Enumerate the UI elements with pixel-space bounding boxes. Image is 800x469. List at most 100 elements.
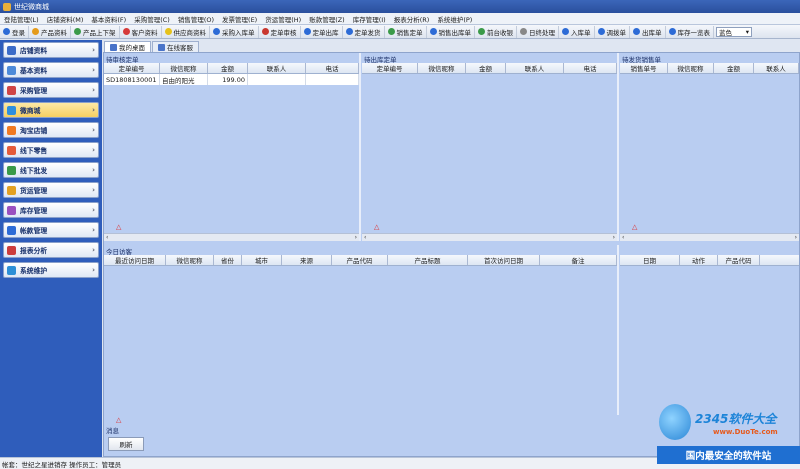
column-header[interactable]: 电话: [306, 63, 359, 73]
toolbar-button[interactable]: 采购入库单: [210, 25, 259, 38]
menu-item[interactable]: 账款管理(Z): [305, 14, 349, 24]
menu-item[interactable]: 店铺资料(M): [43, 14, 88, 24]
customer-icon: [122, 28, 130, 35]
sidebar-item[interactable]: 系统维护 ›: [3, 262, 99, 278]
column-header[interactable]: 微信昵称: [160, 63, 208, 73]
sidebar-item[interactable]: 报表分析 ›: [3, 242, 99, 258]
retail-icon: [7, 145, 16, 155]
column-header[interactable]: 首次访问日期: [468, 255, 540, 265]
scroll-right-icon[interactable]: ›: [613, 234, 615, 241]
column-header[interactable]: 产品标题: [388, 255, 468, 265]
toolbar-button[interactable]: 定单发货: [343, 25, 385, 38]
toolbar-button[interactable]: 客户资料: [120, 25, 162, 38]
toolbar-button[interactable]: 出库单: [630, 25, 666, 38]
column-header[interactable]: 联系人: [506, 63, 564, 73]
scroll-right-icon[interactable]: ›: [355, 234, 357, 241]
toolbar-button[interactable]: 登录: [0, 25, 29, 38]
sidebar-item[interactable]: 帐款管理 ›: [3, 222, 99, 238]
menu-item[interactable]: 登陆管理(L): [0, 14, 43, 24]
toolbar-button-label: 供应商资料: [173, 28, 207, 37]
column-header[interactable]: 日期: [620, 255, 680, 265]
toolbar-button-label: 产品资料: [41, 28, 67, 37]
menu-item[interactable]: 报表分析(R): [390, 14, 434, 24]
scroll-left-icon[interactable]: ‹: [106, 234, 108, 241]
toolbar-button[interactable]: 销售定单: [385, 25, 427, 38]
cashier-icon: [478, 28, 485, 35]
toolbar-button[interactable]: 定单出库: [301, 25, 343, 38]
column-header[interactable]: 微信昵称: [166, 255, 214, 265]
column-header[interactable]: 微信昵称: [668, 63, 714, 73]
toolbar-button[interactable]: 产品上下架: [71, 25, 120, 38]
scroll-left-icon[interactable]: ‹: [364, 234, 366, 241]
column-header[interactable]: 省份: [214, 255, 242, 265]
toolbar-button[interactable]: 入库单: [559, 25, 595, 38]
app-icon: [3, 2, 11, 11]
column-header[interactable]: 联系人: [754, 63, 799, 73]
horizontal-scrollbar[interactable]: ‹ ›: [104, 233, 359, 241]
sidebar-item[interactable]: 线下批发 ›: [3, 162, 99, 178]
menu-item[interactable]: 销售管理(O): [174, 14, 218, 24]
column-header[interactable]: 产品代码: [718, 255, 760, 265]
scroll-right-icon[interactable]: ›: [795, 234, 797, 241]
column-header[interactable]: 微信昵称: [418, 63, 466, 73]
toolbar-button[interactable]: 定单审核: [259, 25, 301, 38]
sidebar-item[interactable]: 店铺资料 ›: [3, 42, 99, 58]
toolbar-button[interactable]: 调拨单: [595, 25, 630, 38]
table-cell: 自由的阳光: [160, 74, 208, 85]
store-icon: [7, 45, 16, 55]
menu-item[interactable]: 库存管理(I): [349, 14, 390, 24]
scroll-left-icon[interactable]: ‹: [622, 234, 624, 241]
toolbar-button[interactable]: 日终处理: [517, 25, 559, 38]
column-header[interactable]: 产品代码: [332, 255, 388, 265]
column-header[interactable]: 定单编号: [362, 63, 418, 73]
tab[interactable]: 我的桌面: [104, 41, 151, 52]
toolbar-button-label: 销售出库单: [438, 28, 472, 37]
table-row[interactable]: SD1808130001 自由的阳光 199.00: [104, 74, 359, 85]
column-header[interactable]: 联系人: [248, 63, 306, 73]
toolbar-button[interactable]: 供应商资料: [162, 25, 210, 38]
column-header[interactable]: 销售单号: [620, 63, 668, 73]
horizontal-scrollbar[interactable]: ‹ ›: [362, 233, 617, 241]
column-header[interactable]: 来源: [282, 255, 332, 265]
panel-divider: [617, 53, 619, 241]
login-icon: [3, 28, 10, 35]
menu-item[interactable]: 系统维护(P): [433, 14, 476, 24]
toolbar-button-label: 入库单: [571, 28, 591, 37]
refresh-button[interactable]: 刷新: [108, 437, 144, 451]
warning-icon: △: [116, 223, 122, 231]
column-header[interactable]: 备注: [540, 255, 617, 265]
menu-item[interactable]: 采购管理(C): [130, 14, 174, 24]
grid-header: 最近访问日期 微信昵称 省份 城市 来源 产品代码 产品标题 首次访问日期 备注: [104, 255, 617, 266]
sidebar-item-label: 基本资料: [20, 67, 48, 75]
mascot-logo: [659, 404, 691, 440]
sidebar-item-label: 采购管理: [20, 87, 48, 95]
sidebar-item[interactable]: 线下零售 ›: [3, 142, 99, 158]
toolbar-button[interactable]: 库存一览表: [666, 25, 714, 38]
toolbar-button[interactable]: 销售出库单: [427, 25, 475, 38]
column-header[interactable]: 定单编号: [104, 63, 160, 73]
menu-item[interactable]: 发票管理(E): [218, 14, 261, 24]
sidebar-item[interactable]: 淘宝店铺 ›: [3, 122, 99, 138]
sidebar-item[interactable]: 基本资料 ›: [3, 62, 99, 78]
horizontal-scrollbar[interactable]: ‹ ›: [620, 233, 799, 241]
theme-select[interactable]: 蓝色 ▾: [716, 26, 752, 37]
column-header[interactable]: 金额: [714, 63, 754, 73]
column-header[interactable]: 电话: [564, 63, 617, 73]
menu-item[interactable]: 货运管理(H): [261, 14, 305, 24]
column-header[interactable]: 金额: [466, 63, 506, 73]
sidebar-item-label: 库存管理: [20, 207, 48, 215]
toolbar-button[interactable]: 前台收银: [475, 25, 517, 38]
sidebar-item[interactable]: 微商城 ›: [3, 102, 99, 118]
sidebar-item[interactable]: 库存管理 ›: [3, 202, 99, 218]
table-cell: [306, 74, 359, 85]
sidebar-item[interactable]: 采购管理 ›: [3, 82, 99, 98]
sidebar-item[interactable]: 货运管理 ›: [3, 182, 99, 198]
column-header[interactable]: 城市: [242, 255, 282, 265]
column-header[interactable]: 金额: [208, 63, 248, 73]
menu-item[interactable]: 基本资料(F): [87, 14, 130, 24]
visitor-actions-panel: 日期 动作 产品代码: [620, 245, 799, 415]
column-header[interactable]: 动作: [680, 255, 718, 265]
toolbar-button[interactable]: 产品资料: [29, 25, 71, 38]
column-header[interactable]: 最近访问日期: [104, 255, 166, 265]
tab[interactable]: 在线客服: [152, 41, 199, 52]
